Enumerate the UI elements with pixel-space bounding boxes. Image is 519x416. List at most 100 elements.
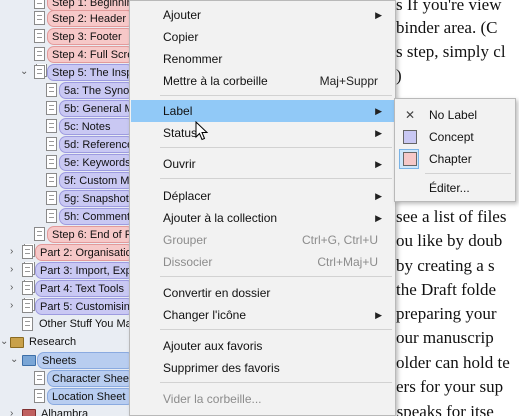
binder-item[interactable]: › Alhambra [0, 406, 134, 416]
submenu-item-no-label[interactable]: ✕ No Label [396, 104, 514, 126]
binder-item-label: Part 5: Customising [35, 298, 134, 315]
expand-chevron-icon[interactable]: › [10, 246, 13, 258]
menu-item-label: Convertir en dossier [163, 286, 271, 300]
document-icon [34, 29, 45, 43]
binder-item-label: Sheets [37, 352, 134, 369]
expand-chevron-icon[interactable]: ⌄ [0, 336, 8, 348]
binder-item[interactable]: › Part 2: Organisation [0, 244, 134, 261]
binder-item-label: 5f: Custom Meta [59, 172, 134, 189]
expand-chevron-icon[interactable]: ⌄ [20, 66, 28, 78]
mouse-cursor-icon [195, 121, 209, 141]
menu-item-corbeille[interactable]: Mettre à la corbeille Maj+Suppr [131, 70, 394, 92]
binder-item-label: 5h: Comments [59, 208, 134, 225]
menu-item-convertir-dossier[interactable]: Convertir en dossier [131, 282, 394, 304]
menu-item-grouper[interactable]: Grouper Ctrl+G, Ctrl+U [131, 229, 394, 251]
document-stack-icon [22, 245, 33, 259]
menu-item-changer-icone[interactable]: Changer l'icône ▶ [131, 304, 394, 326]
document-icon [34, 227, 45, 241]
menu-separator [160, 382, 392, 383]
menu-item-ouvrir[interactable]: Ouvrir ▶ [131, 153, 394, 175]
editor-text-line: s If you're view [396, 0, 502, 14]
binder-item-label: Part 3: Import, Export [35, 262, 134, 279]
document-icon [34, 371, 45, 385]
menu-item-ajouter-favoris[interactable]: Ajouter aux favoris [131, 335, 394, 357]
menu-item-label: Label [163, 104, 193, 118]
menu-item-copier[interactable]: Copier [131, 26, 394, 48]
document-icon [46, 173, 57, 187]
binder-item[interactable]: 5h: Comments [0, 208, 134, 225]
binder-item[interactable]: 5g: Snapshots [0, 190, 134, 207]
menu-item-status[interactable]: Status ▶ [131, 122, 394, 144]
binder-item[interactable]: ⌄ Research [0, 334, 134, 351]
research-folder-icon [10, 337, 24, 348]
context-menu[interactable]: Ajouter ▶ Copier Renommer Mettre à la co… [129, 0, 396, 416]
submenu-arrow-icon: ▶ [375, 310, 382, 320]
binder-item[interactable]: Character Sheet [0, 370, 134, 387]
binder-item[interactable]: 5b: General Meta [0, 100, 134, 117]
label-submenu[interactable]: ✕ No Label Concept Chapter Éditer... [394, 98, 516, 202]
menu-separator [425, 173, 511, 174]
color-swatch [403, 152, 417, 166]
menu-item-label: Vider la corbeille... [163, 392, 262, 406]
submenu-item-concept[interactable]: Concept [396, 126, 514, 148]
submenu-item-label: No Label [429, 108, 478, 122]
document-stack-icon [22, 299, 33, 313]
menu-item-deplacer[interactable]: Déplacer ▶ [131, 185, 394, 207]
color-swatch [403, 130, 417, 144]
expand-chevron-icon[interactable]: ⌄ [10, 354, 18, 366]
menu-item-label: Supprimer des favoris [163, 361, 280, 375]
editor-text-line: older can hold te [396, 353, 510, 372]
binder-item-label: Step 5: The Inspector [47, 64, 134, 81]
menu-item-dissocier[interactable]: Dissocier Ctrl+Maj+U [131, 251, 394, 273]
menu-item-renommer[interactable]: Renommer [131, 48, 394, 70]
binder-item[interactable]: Location Sheet [0, 388, 134, 405]
binder-item-label: 5c: Notes [59, 118, 134, 135]
document-icon [46, 209, 57, 223]
binder-item[interactable]: 5c: Notes [0, 118, 134, 135]
binder-item[interactable]: 5e: Keywords [0, 154, 134, 171]
shortcut-label: Ctrl+G, Ctrl+U [301, 233, 378, 247]
binder-item-label: Step 2: Header [47, 10, 134, 27]
submenu-item-label: Éditer... [429, 181, 470, 195]
binder-item[interactable]: Step 4: Full Screen [0, 46, 134, 63]
binder-item[interactable]: › Part 3: Import, Export [0, 262, 134, 279]
menu-item-ajouter[interactable]: Ajouter ▶ [131, 4, 394, 26]
binder-item[interactable]: Step 3: Footer [0, 28, 134, 45]
submenu-item-editer[interactable]: Éditer... [396, 177, 514, 199]
editor-text-line: our manuscrip [396, 328, 494, 347]
binder-item[interactable]: 5d: References [0, 136, 134, 153]
editor-text-line: s step, simply cl [396, 42, 506, 61]
menu-item-supprimer-favoris[interactable]: Supprimer des favoris [131, 357, 394, 379]
menu-separator [160, 95, 392, 96]
editor-text-line: see a list of files [396, 207, 507, 226]
expand-chevron-icon[interactable]: › [10, 300, 13, 312]
binder-item[interactable]: Step 2: Header [0, 10, 134, 27]
editor-text-line: ers for your sup [396, 377, 504, 396]
document-icon [46, 191, 57, 205]
expand-chevron-icon[interactable]: › [10, 282, 13, 294]
binder-panel[interactable]: Step 1: Beginning Step 2: Header Step 3:… [0, 0, 134, 416]
menu-item-label: Changer l'icône [163, 308, 247, 322]
binder-item[interactable]: 5a: The Synopsis [0, 82, 134, 99]
binder-item-label: Other Stuff You May [39, 318, 134, 330]
binder-item[interactable]: ⌄ Step 5: The Inspector [0, 64, 134, 81]
menu-item-vider-corbeille[interactable]: Vider la corbeille... [131, 388, 394, 410]
expand-chevron-icon[interactable]: › [10, 264, 13, 276]
binder-item[interactable]: Other Stuff You May [0, 316, 134, 333]
submenu-item-label: Concept [429, 130, 474, 144]
menu-item-ajouter-collection[interactable]: Ajouter à la collection ▶ [131, 207, 394, 229]
binder-item[interactable]: 5f: Custom Meta [0, 172, 134, 189]
menu-item-label-submenu[interactable]: Label ▶ [131, 100, 394, 122]
submenu-item-chapter[interactable]: Chapter [396, 148, 514, 170]
binder-item[interactable]: Step 6: End of Part [0, 226, 134, 243]
binder-item-label: Step 6: End of Part [47, 226, 134, 243]
document-stack-icon [22, 281, 33, 295]
document-icon [34, 47, 45, 61]
binder-item[interactable]: › Part 4: Text Tools [0, 280, 134, 297]
menu-separator [160, 178, 392, 179]
binder-item-label: Step 3: Footer [47, 28, 134, 45]
expand-chevron-icon[interactable]: › [10, 408, 13, 416]
document-icon [46, 83, 57, 97]
binder-item[interactable]: › Part 5: Customising [0, 298, 134, 315]
binder-item[interactable]: ⌄ Sheets [0, 352, 134, 369]
